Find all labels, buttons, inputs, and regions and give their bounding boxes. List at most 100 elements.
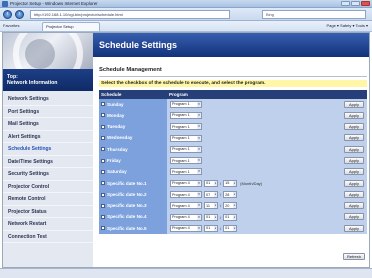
- schedule-name: Friday: [107, 157, 121, 163]
- program-select[interactable]: Program 4 ▾: [170, 202, 202, 210]
- checkbox-icon[interactable]: [101, 226, 105, 231]
- program-select[interactable]: Program 1 ▾: [170, 123, 202, 131]
- schedule-row: Specific date No.2 Program 4 ▾ 07 ▾/28 ▾ Apply: [99, 188, 367, 201]
- program-select[interactable]: Program 1 ▾: [170, 111, 202, 119]
- apply-button[interactable]: Apply: [344, 224, 364, 232]
- day-select[interactable]: 28 ▾: [223, 191, 238, 199]
- main-panel: Schedule Management Select the checkbox …: [99, 61, 367, 235]
- month-select[interactable]: 01 ▾: [204, 224, 218, 232]
- minimize-button[interactable]: [341, 1, 350, 6]
- schedule-cell: Specific date No.1: [99, 177, 167, 189]
- sidebar-item[interactable]: Date/Time Settings: [3, 156, 93, 168]
- month-select[interactable]: 07 ▾: [204, 191, 218, 199]
- program-value: Program 4: [172, 203, 190, 208]
- day-select[interactable]: 20 ▾: [223, 202, 238, 210]
- apply-button[interactable]: Apply: [344, 202, 364, 210]
- program-select[interactable]: Program 4 ▾: [170, 179, 202, 187]
- month-select[interactable]: 11 ▾: [204, 202, 218, 210]
- chevron-down-icon: ▾: [197, 158, 201, 164]
- sidebar-item[interactable]: Projector Status: [3, 206, 93, 218]
- schedule-cell: Saturday: [99, 166, 167, 178]
- sidebar-item[interactable]: Remote Control: [3, 193, 93, 206]
- checkbox-icon[interactable]: [101, 147, 105, 152]
- sidebar-item[interactable]: Network Restart: [3, 218, 93, 231]
- apply-button[interactable]: Apply: [344, 190, 364, 198]
- chevron-down-icon: ▾: [197, 192, 201, 198]
- back-arrow-icon[interactable]: ‹: [3, 10, 12, 19]
- address-input[interactable]: http://192.168.1.10/cgi-bin/projector/sc…: [30, 10, 230, 19]
- checkbox-icon[interactable]: [101, 113, 105, 118]
- program-select[interactable]: Program 1 ▾: [170, 100, 202, 108]
- day-select[interactable]: 01 ▾: [223, 224, 238, 232]
- sidebar-nav: Network Settings Port Settings Mail Settin…: [3, 93, 93, 243]
- forward-arrow-icon[interactable]: ›: [15, 10, 24, 19]
- command-bar[interactable]: Page ▾ Safety ▾ Tools ▾: [326, 23, 368, 28]
- day-select[interactable]: 01 ▾: [223, 213, 238, 221]
- chevron-down-icon: ▾: [197, 214, 201, 220]
- program-select[interactable]: Program 1 ▾: [170, 134, 202, 142]
- apply-button[interactable]: Apply: [344, 134, 364, 142]
- search-input[interactable]: Bing: [262, 10, 366, 19]
- apply-button[interactable]: Apply: [344, 123, 364, 131]
- sidebar-item[interactable]: Projector Control: [3, 181, 93, 193]
- chevron-down-icon: ▾: [197, 112, 201, 118]
- apply-button[interactable]: Apply: [344, 179, 364, 187]
- sidebar-header[interactable]: Top: Network Information: [3, 69, 93, 91]
- month-select[interactable]: 01 ▾: [204, 179, 218, 187]
- sidebar-item[interactable]: Connection Test: [3, 231, 93, 243]
- apply-button[interactable]: Apply: [344, 100, 364, 108]
- maximize-button[interactable]: [351, 1, 360, 6]
- chevron-down-icon: ▾: [197, 180, 201, 186]
- sidebar-item[interactable]: Port Settings: [3, 106, 93, 118]
- month-select-value: 01: [206, 181, 211, 186]
- checkbox-icon[interactable]: [101, 169, 105, 174]
- day-select-value: 01: [225, 226, 230, 231]
- date-separator: /: [220, 225, 222, 231]
- day-select[interactable]: 15 ▾: [223, 179, 238, 187]
- sidebar-item[interactable]: Schedule Settings: [3, 143, 93, 156]
- sidebar-item[interactable]: Network Settings: [3, 93, 93, 106]
- schedule-name: Monday: [107, 112, 125, 118]
- chevron-down-icon: ▾: [197, 169, 201, 175]
- program-select[interactable]: Program 4 ▾: [170, 213, 202, 221]
- apply-button[interactable]: Apply: [344, 168, 364, 176]
- schedule-name: Specific date No.2: [107, 191, 147, 197]
- checkbox-icon[interactable]: [101, 124, 105, 129]
- chevron-down-icon: ▾: [197, 225, 201, 231]
- month-day-hint: (Month/Day): [240, 180, 263, 186]
- schedule-cell: Specific date No.4: [99, 211, 167, 223]
- address-toolbar: ‹ › http://192.168.1.10/cgi-bin/projecto…: [0, 8, 372, 21]
- schedule-name: Saturday: [107, 169, 127, 175]
- checkbox-icon[interactable]: [101, 215, 105, 220]
- sidebar-item[interactable]: Security Settings: [3, 168, 93, 181]
- month-select[interactable]: 01 ▾: [204, 213, 218, 221]
- checkbox-icon[interactable]: [101, 203, 105, 208]
- checkbox-icon[interactable]: [101, 136, 105, 141]
- favorites-button[interactable]: Favorites: [3, 23, 19, 28]
- apply-button[interactable]: Apply: [344, 145, 364, 153]
- browser-icon: [2, 1, 8, 7]
- program-value: Program 1: [172, 147, 190, 152]
- apply-button[interactable]: Apply: [344, 156, 364, 164]
- schedule-name: Tuesday: [107, 124, 126, 130]
- page-content: Top: Network Information Network Setting…: [2, 32, 370, 268]
- program-select[interactable]: Program 4 ▾: [170, 191, 202, 199]
- checkbox-icon[interactable]: [101, 192, 105, 197]
- schedule-row: Friday Program 1 ▾ Apply: [99, 154, 367, 167]
- checkbox-icon[interactable]: [101, 158, 105, 163]
- checkbox-icon[interactable]: [101, 102, 105, 107]
- apply-button[interactable]: Apply: [344, 213, 364, 221]
- refresh-button[interactable]: Refresh: [343, 253, 365, 260]
- apply-button[interactable]: Apply: [344, 111, 364, 119]
- sidebar-item[interactable]: Alert Settings: [3, 131, 93, 143]
- program-select[interactable]: Program 1 ▾: [170, 168, 202, 176]
- checkbox-icon[interactable]: [101, 181, 105, 186]
- program-value: Program 1: [172, 169, 190, 174]
- month-select-value: 01: [206, 215, 211, 220]
- tab-projector-setup[interactable]: Projector Setup: [42, 22, 100, 31]
- sidebar-item[interactable]: Mail Settings: [3, 118, 93, 131]
- program-select[interactable]: Program 4 ▾: [170, 224, 202, 232]
- close-button[interactable]: [361, 1, 370, 6]
- program-select[interactable]: Program 1 ▾: [170, 157, 202, 165]
- program-select[interactable]: Program 1 ▾: [170, 145, 202, 153]
